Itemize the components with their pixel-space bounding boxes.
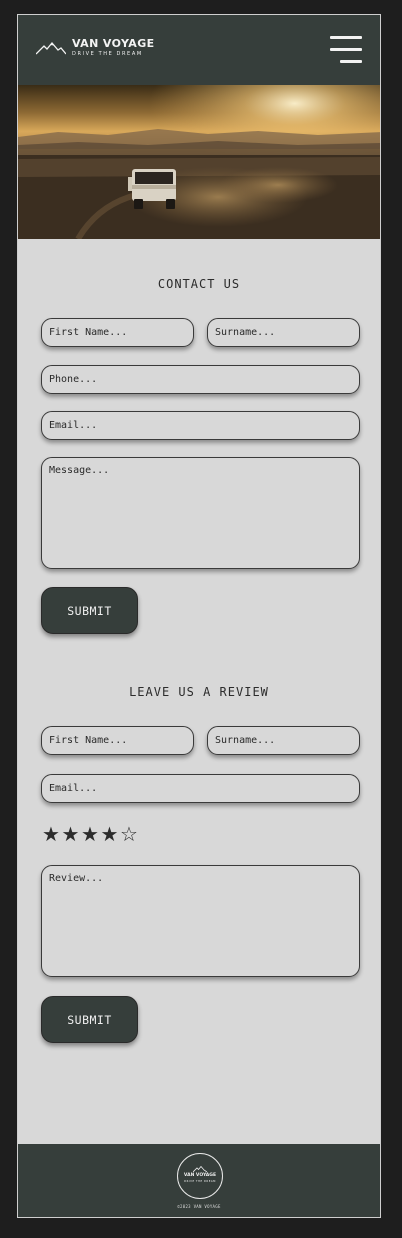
contact-message-input[interactable]: [41, 457, 360, 569]
star-1-icon[interactable]: ★: [42, 823, 62, 845]
desert-van-photo: [18, 85, 380, 239]
page-frame: VAN VOYAGE DRIVE THE DREAM CONTACT US Fi…: [17, 14, 381, 1218]
contact-phone-input[interactable]: [41, 365, 360, 394]
contact-submit-button[interactable]: SUBMIT: [41, 587, 138, 634]
mountain-icon: [193, 1166, 207, 1172]
logo[interactable]: VAN VOYAGE DRIVE THE DREAM: [36, 38, 155, 58]
contact-email-input[interactable]: [41, 411, 360, 440]
footer-logo[interactable]: VAN VOYAGE DRIVE THE DREAM: [177, 1153, 223, 1199]
review-title: LEAVE US A REVIEW: [129, 685, 269, 699]
brand-tagline: DRIVE THE DREAM: [72, 51, 143, 57]
star-5-icon[interactable]: ☆: [120, 823, 140, 845]
hero-image: [18, 85, 380, 239]
contact-first-name-input[interactable]: [41, 318, 194, 347]
hamburger-icon[interactable]: [330, 36, 362, 63]
star-rating[interactable]: ★ ★ ★ ★ ☆: [42, 823, 140, 845]
footer-brand-name: VAN VOYAGE: [183, 1173, 217, 1178]
footer-brand-tagline: DRIVE THE DREAM: [184, 1180, 216, 1183]
mountain-icon: [36, 41, 66, 55]
review-text-input[interactable]: [41, 865, 360, 977]
review-surname-input[interactable]: [207, 726, 360, 755]
review-submit-button[interactable]: SUBMIT: [41, 996, 138, 1043]
brand: VAN VOYAGE DRIVE THE DREAM: [72, 38, 155, 58]
brand-name: VAN VOYAGE: [72, 37, 155, 50]
site-header: VAN VOYAGE DRIVE THE DREAM: [18, 15, 380, 85]
copyright: ©2023 VAN VOYAGE: [177, 1204, 221, 1209]
review-email-input[interactable]: [41, 774, 360, 803]
star-2-icon[interactable]: ★: [62, 823, 82, 845]
star-4-icon[interactable]: ★: [101, 823, 121, 845]
contact-surname-input[interactable]: [207, 318, 360, 347]
review-first-name-input[interactable]: [41, 726, 194, 755]
star-3-icon[interactable]: ★: [81, 823, 101, 845]
contact-title: CONTACT US: [157, 277, 241, 291]
site-footer: VAN VOYAGE DRIVE THE DREAM ©2023 VAN VOY…: [18, 1144, 380, 1217]
